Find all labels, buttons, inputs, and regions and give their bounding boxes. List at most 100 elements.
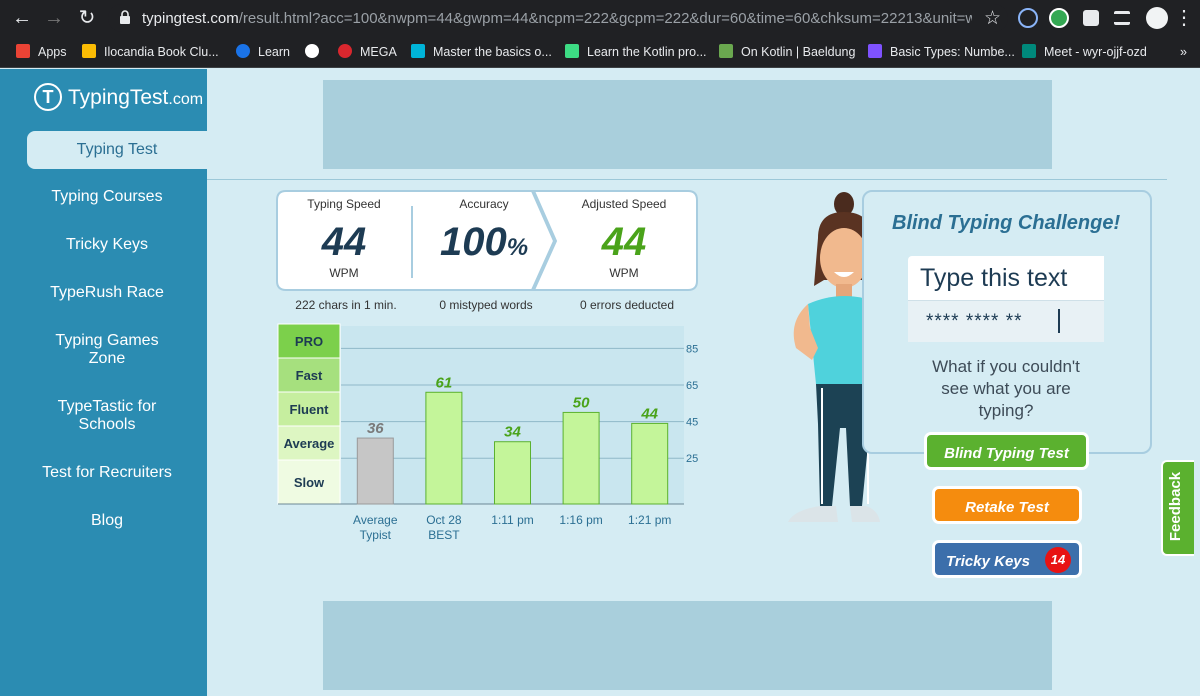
- bookmark-mega[interactable]: MEGA: [338, 42, 397, 62]
- level-label-pro: PRO: [295, 334, 323, 349]
- adjusted-speed-label: Adjusted Speed: [581, 197, 667, 211]
- back-icon[interactable]: ←: [10, 6, 34, 30]
- challenge-masked-text: **** **** **: [926, 311, 1023, 332]
- level-label-slow: Slow: [294, 475, 325, 490]
- xtick-4-0: 1:21 pm: [628, 513, 671, 527]
- accuracy-label: Accuracy: [459, 197, 509, 211]
- media-icon[interactable]: [1114, 11, 1130, 25]
- sidebar: T TypingTest.com Typing Test Typing Cour…: [0, 69, 207, 696]
- adjusted-speed-stat: Adjusted Speed 44 WPM: [554, 190, 694, 290]
- bookmark-star-icon[interactable]: ☆: [984, 7, 1001, 30]
- reload-icon[interactable]: ↻: [75, 6, 99, 30]
- android-icon: [565, 44, 579, 58]
- logo-name: TypingTest: [68, 86, 169, 109]
- blind-typing-test-button[interactable]: Blind Typing Test: [924, 432, 1089, 470]
- blind-typing-challenge: Blind Typing Challenge! Type this text *…: [862, 190, 1152, 454]
- retake-test-button[interactable]: Retake Test: [932, 486, 1082, 524]
- bookmark-apps[interactable]: Apps: [16, 42, 67, 62]
- bookmark-learn[interactable]: Learn: [236, 42, 290, 62]
- sidebar-item-typing-test[interactable]: Typing Test: [27, 131, 207, 169]
- challenge-title: Blind Typing Challenge!: [892, 212, 1121, 234]
- sidebar-item-blog[interactable]: Blog: [17, 512, 197, 530]
- menu-dots-icon[interactable]: ⋮: [1172, 6, 1196, 30]
- logo-suffix: .com: [168, 91, 204, 108]
- typing-speed-stat: Typing Speed 44 WPM: [276, 190, 412, 290]
- google-icon: [305, 44, 319, 58]
- tricky-keys-label: Tricky Keys: [946, 553, 1030, 570]
- challenge-typing-box: Type this text **** **** **: [908, 256, 1104, 342]
- adjusted-speed-unit: WPM: [609, 266, 639, 280]
- extension-colorful-icon[interactable]: [1049, 8, 1069, 28]
- sidebar-item-typing-courses[interactable]: Typing Courses: [17, 188, 197, 206]
- errors-note: 0 errors deducted: [579, 298, 675, 312]
- browser-toolbar: ← → ↻ typingtest.com/result.html?acc=100…: [0, 0, 1200, 36]
- bar-value-1: 61: [436, 374, 453, 391]
- bar-0: [356, 437, 394, 505]
- address-bar[interactable]: typingtest.com/result.html?acc=100&nwpm=…: [108, 4, 1008, 32]
- bar-1: [425, 391, 463, 505]
- sidebar-item-typerush[interactable]: TypeRush Race: [17, 284, 197, 302]
- bar-value-2: 34: [504, 424, 521, 441]
- bar-value-0: 36: [367, 420, 384, 437]
- ytick-85: 85: [686, 343, 698, 355]
- challenge-masked-field: **** **** **: [908, 300, 1104, 342]
- extension-block-icon[interactable]: [1018, 8, 1038, 28]
- puzzle-icon[interactable]: [1083, 10, 1099, 26]
- accuracy-value: 100: [439, 220, 507, 264]
- kotlin-icon: [868, 44, 882, 58]
- sidebar-item-recruiters[interactable]: Test for Recruiters: [17, 464, 197, 482]
- xtick-1-1: BEST: [428, 528, 460, 542]
- tricky-keys-badge: 14: [1045, 547, 1071, 573]
- challenge-prompt: Type this text: [920, 264, 1068, 292]
- divider: [207, 179, 1167, 180]
- learn-icon: [236, 44, 250, 58]
- bar-2: [494, 441, 531, 505]
- ad-banner-top[interactable]: [323, 80, 1052, 169]
- feedback-label: Feedback: [1167, 471, 1185, 542]
- bookmarks-overflow-icon[interactable]: »: [1180, 42, 1187, 62]
- chars-note: 222 chars in 1 min.: [295, 298, 397, 312]
- profile-avatar-icon[interactable]: [1146, 7, 1168, 29]
- speed-chart: PRO Fast Fluent Average Slow 25 45 65 85 36 Averag…: [277, 323, 698, 542]
- bookmark-baeldung[interactable]: On Kotlin | Baeldung: [719, 42, 855, 62]
- bar-4: [631, 422, 669, 505]
- typing-speed-label: Typing Speed: [307, 197, 381, 211]
- level-label-fast: Fast: [296, 368, 323, 383]
- ytick-45: 45: [686, 417, 698, 429]
- ytick-25: 25: [686, 453, 698, 465]
- feedback-tab[interactable]: Feedback: [1161, 460, 1194, 556]
- forward-icon[interactable]: →: [42, 6, 66, 30]
- bookmark-master-basics[interactable]: Master the basics o...: [411, 42, 552, 62]
- text-cursor: [1058, 309, 1060, 333]
- sidebar-item-tricky-keys[interactable]: Tricky Keys: [17, 236, 197, 254]
- bar-3: [562, 411, 600, 505]
- sidebar-item-games-zone[interactable]: Typing Games Zone: [37, 332, 177, 368]
- typing-speed-unit: WPM: [329, 266, 359, 280]
- mistyped-note: 0 mistyped words: [439, 298, 533, 312]
- challenge-question: What if you couldn't see what you are ty…: [932, 357, 1080, 420]
- adjusted-speed-value: 44: [601, 220, 647, 264]
- bookmarks-bar: Apps Ilocandia Book Clu... Learn MEGA Ma…: [0, 36, 1200, 68]
- xtick-3-0: 1:16 pm: [559, 513, 602, 527]
- meet-icon: [1022, 44, 1036, 58]
- lock-icon: [120, 10, 130, 24]
- tricky-keys-button[interactable]: Tricky Keys 14: [932, 540, 1082, 578]
- xtick-2-0: 1:11 pm: [491, 513, 533, 527]
- bookmark-kotlin-learn[interactable]: Learn the Kotlin pro...: [565, 42, 707, 62]
- baeldung-icon: [719, 44, 733, 58]
- drive-icon: [82, 44, 96, 58]
- bookmark-meet[interactable]: Meet - wyr-ojjf-ozd: [1022, 42, 1147, 62]
- bookmark-ilocandia[interactable]: Ilocandia Book Clu...: [82, 42, 219, 62]
- site-icon: [411, 44, 425, 58]
- logo-t-icon: T: [34, 83, 62, 111]
- ad-banner-bottom[interactable]: [323, 601, 1052, 690]
- typing-speed-value: 44: [321, 220, 367, 264]
- bookmark-google[interactable]: [305, 42, 327, 62]
- accuracy-unit: %: [506, 234, 529, 261]
- url-path: /result.html?acc=100&nwpm=44&gwpm=44&ncp…: [238, 10, 972, 27]
- url-host: typingtest.com: [142, 10, 239, 27]
- xtick-0-1: Typist: [360, 528, 392, 542]
- xtick-0-0: Average: [353, 513, 398, 527]
- bookmark-kotlin-types[interactable]: Basic Types: Numbe...: [868, 42, 1015, 62]
- sidebar-item-typetastic[interactable]: TypeTastic for Schools: [42, 398, 172, 434]
